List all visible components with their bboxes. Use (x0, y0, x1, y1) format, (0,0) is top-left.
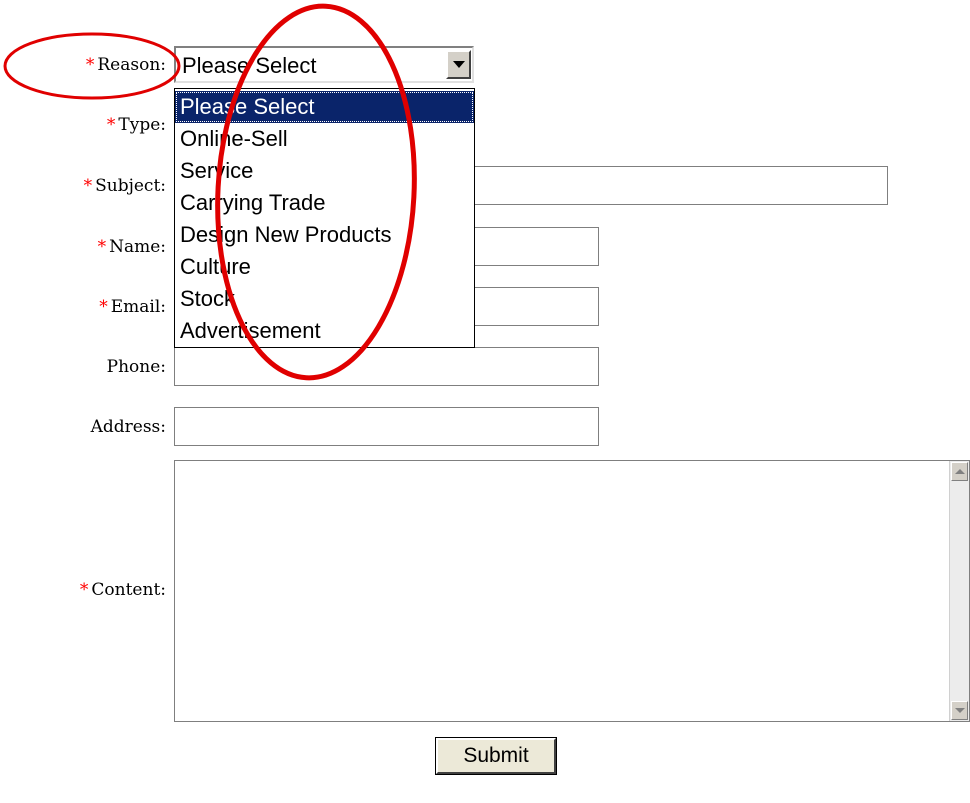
reason-label: * Reason: (85, 55, 166, 75)
required-marker: * (85, 55, 95, 75)
reason-select-value: Please Select (182, 53, 317, 78)
required-marker: * (83, 176, 93, 196)
content-scrollbar[interactable] (949, 461, 969, 721)
content-label: * Content: (79, 580, 166, 600)
dropdown-option[interactable]: Design New Products (175, 219, 474, 251)
phone-input[interactable] (174, 347, 599, 386)
dropdown-option[interactable]: Online-Sell (175, 123, 474, 155)
arrow-up-icon[interactable] (951, 462, 968, 481)
content-textarea[interactable] (174, 460, 970, 722)
email-label: * Email: (99, 297, 166, 317)
required-marker: * (106, 115, 116, 135)
dropdown-option[interactable]: Stock (175, 283, 474, 315)
dropdown-option[interactable]: Service (175, 155, 474, 187)
address-label: Address: (90, 417, 166, 437)
required-marker: * (97, 237, 107, 257)
required-marker: * (99, 297, 108, 317)
dropdown-option[interactable]: Culture (175, 251, 474, 283)
chevron-down-icon[interactable] (446, 50, 471, 79)
subject-label: * Subject: (83, 176, 166, 196)
address-input[interactable] (174, 407, 599, 446)
phone-label: Phone: (106, 357, 166, 377)
name-label: * Name: (97, 237, 166, 257)
type-label: * Type: (106, 115, 166, 135)
dropdown-option[interactable]: Carrying Trade (175, 187, 474, 219)
reason-select[interactable]: Please Select (174, 46, 474, 83)
arrow-down-icon[interactable] (951, 701, 968, 720)
dropdown-option[interactable]: Advertisement (175, 315, 474, 347)
required-marker: * (79, 580, 89, 600)
submit-button[interactable]: Submit (435, 737, 557, 775)
reason-dropdown-list: Please Select Online-Sell Service Carryi… (174, 88, 475, 348)
dropdown-option[interactable]: Please Select (175, 91, 474, 123)
